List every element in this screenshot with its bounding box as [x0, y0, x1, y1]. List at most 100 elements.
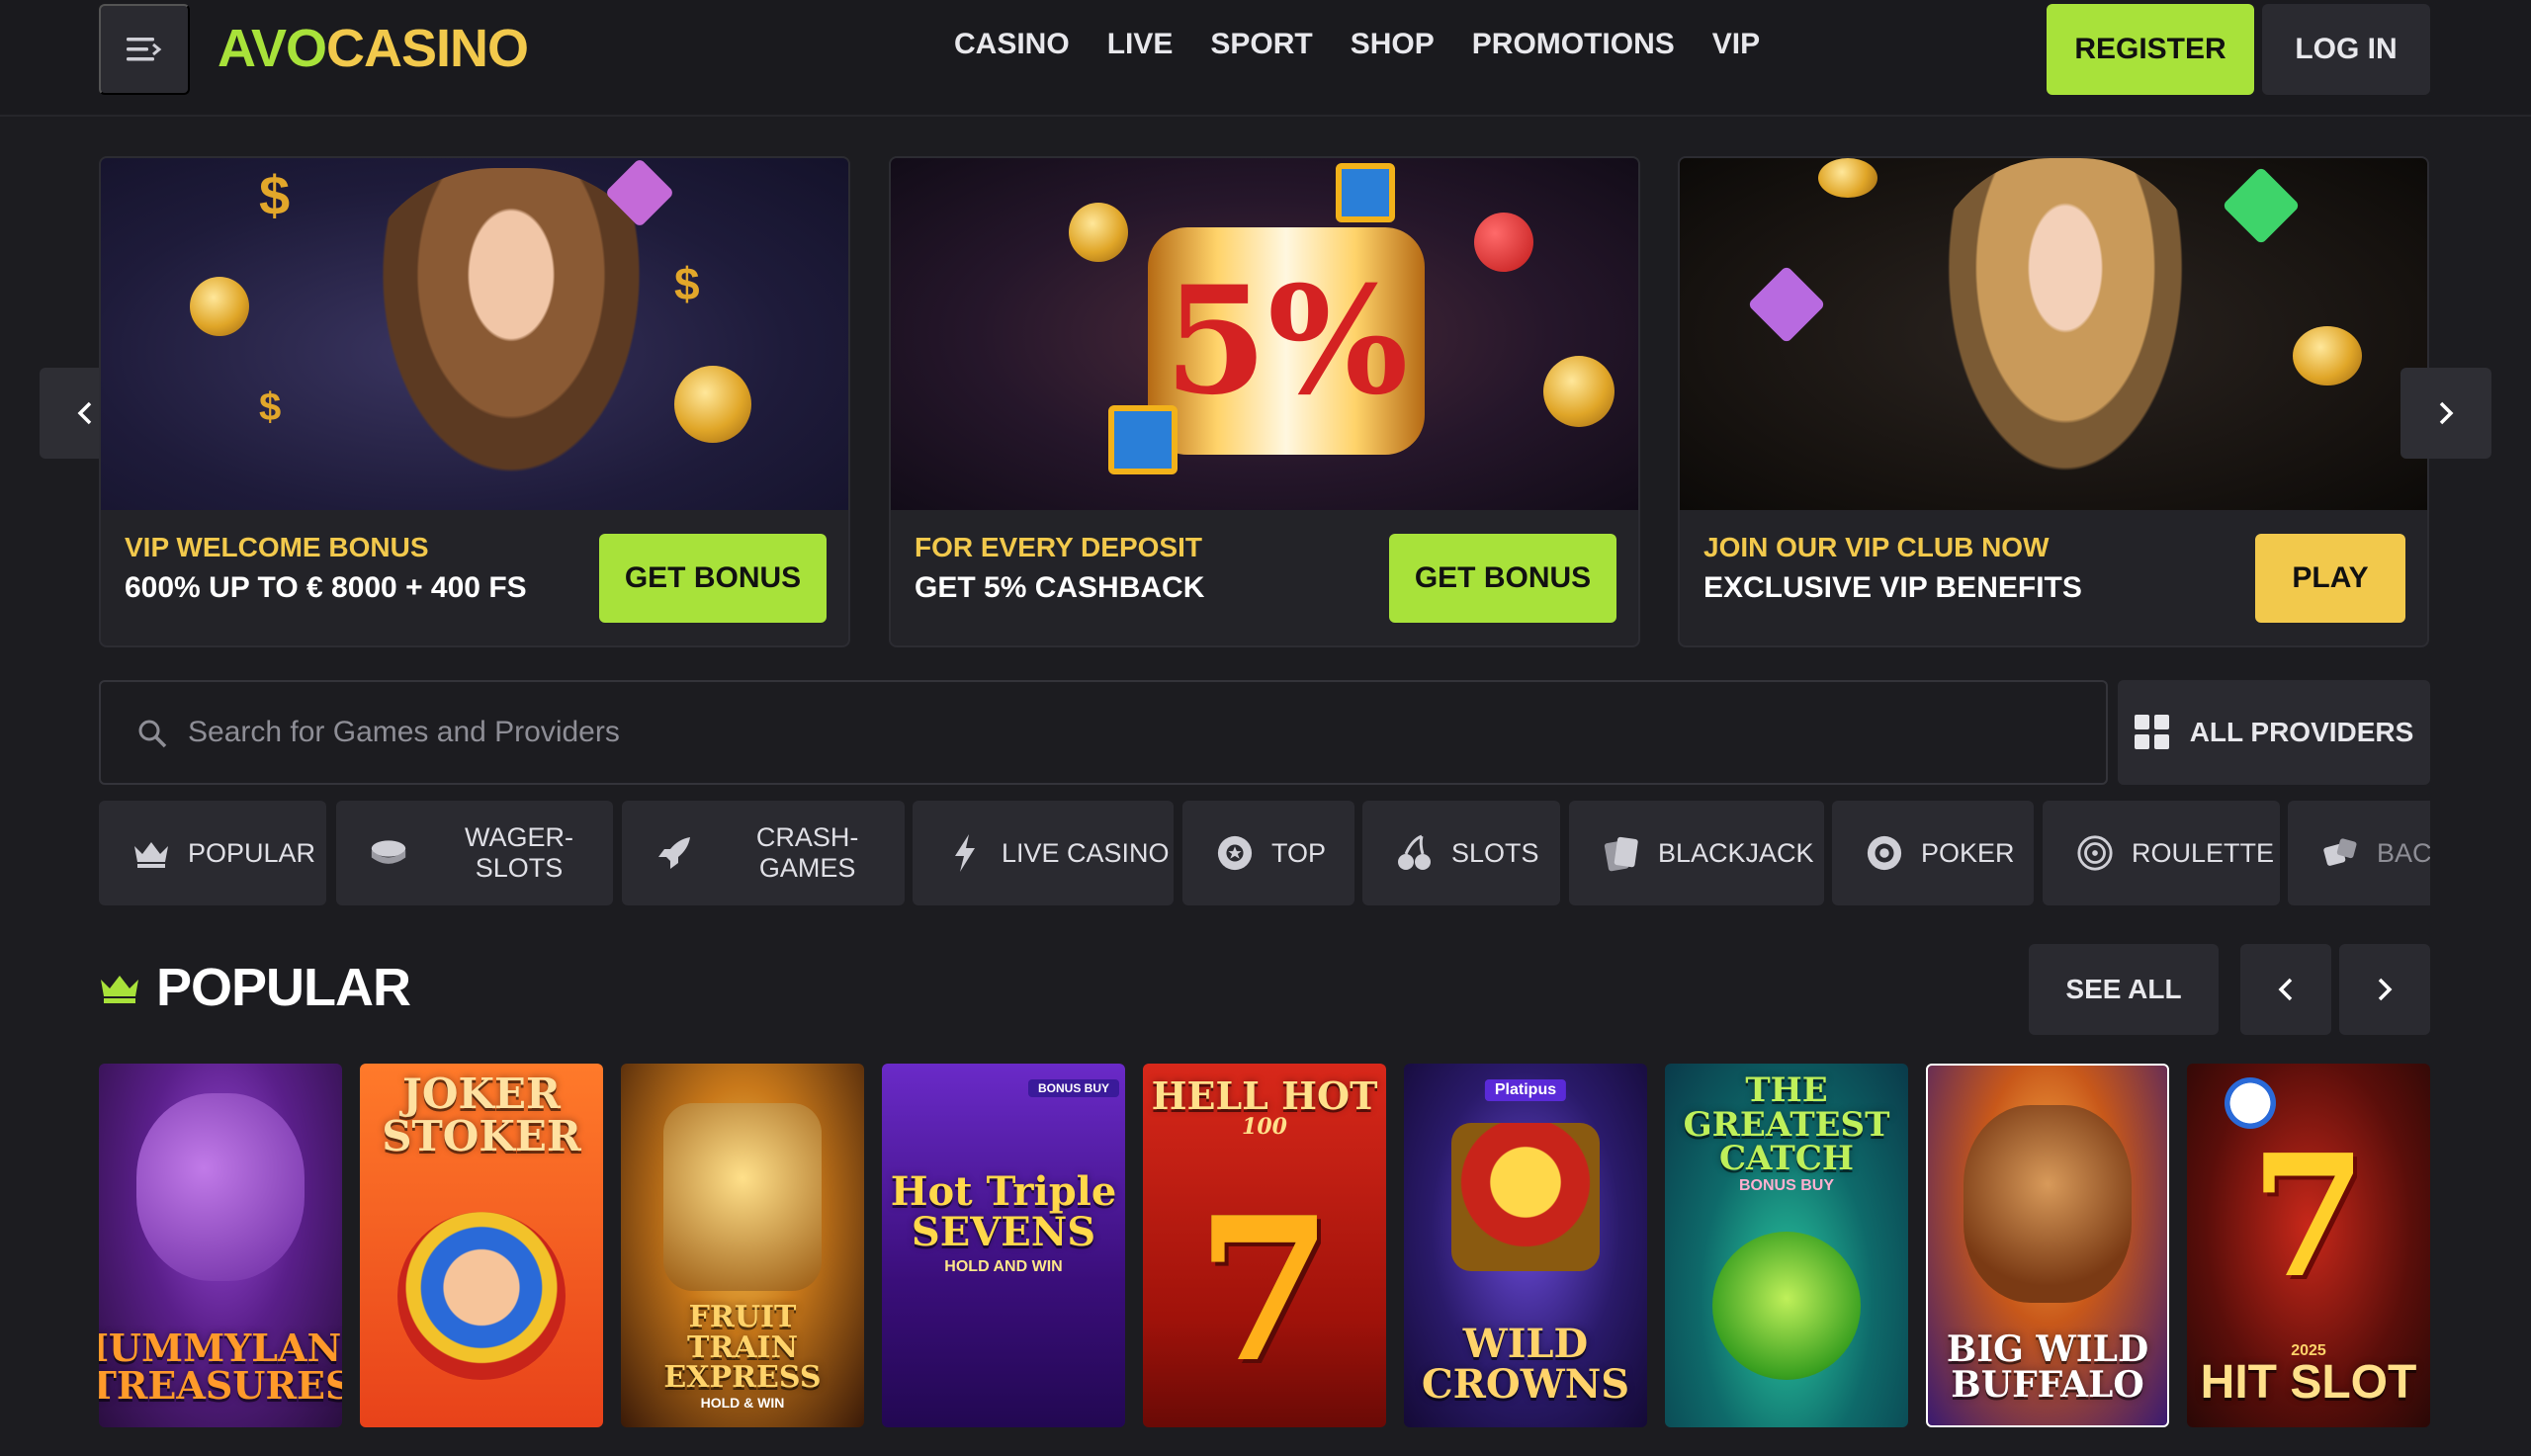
nav-live[interactable]: LIVE — [1107, 28, 1174, 61]
rocket-icon — [655, 834, 692, 872]
tab-label: SLOTS — [1451, 837, 1539, 868]
nav-casino[interactable]: CASINO — [954, 28, 1070, 61]
tab-popular[interactable]: POPULAR — [99, 801, 326, 905]
lightning-icon — [946, 834, 984, 872]
popular-games-row: MUMMYLAND TREASURES JOKER STOKER FRUIT T… — [99, 1064, 2430, 1429]
game-tile[interactable]: MUMMYLAND TREASURES — [99, 1064, 342, 1427]
logo-text-left: AVO — [218, 19, 327, 78]
banner-art-cashback: 5% — [891, 158, 1638, 510]
tab-label: POPULAR — [188, 837, 316, 868]
game-title: THE GREATEST CATCH — [1683, 1071, 1890, 1179]
game-subtitle: HOLD & WIN — [700, 1394, 785, 1411]
game-search-box[interactable] — [99, 680, 2108, 785]
game-tile[interactable]: Platipus WILD CROWNS — [1404, 1064, 1647, 1427]
login-button[interactable]: LOG IN — [2262, 4, 2430, 95]
tab-label: CRASH-GAMES — [755, 822, 859, 883]
game-title: FRUIT TRAIN EXPRESS — [663, 1299, 822, 1396]
crown-icon — [101, 976, 138, 1003]
search-input[interactable] — [188, 682, 2066, 783]
game-badge: BONUS BUY — [1027, 1079, 1119, 1098]
banner-subtitle: GET 5% CASHBACK — [915, 571, 1205, 604]
game-title: BIG WILD BUFFALO — [1946, 1328, 2149, 1407]
tab-roulette[interactable]: ROULETTE — [2043, 801, 2280, 905]
tab-label: POKER — [1921, 837, 2015, 868]
tab-wager-slots[interactable]: WAGER-SLOTS — [336, 801, 613, 905]
chevron-left-icon — [2278, 978, 2293, 1001]
game-tile[interactable]: 7 2025 HIT SLOT — [2187, 1064, 2430, 1427]
get-bonus-button[interactable]: GET BONUS — [1389, 534, 1616, 623]
promo-banner-cashback[interactable]: 5% FOR EVERY DEPOSIT GET 5% CASHBACK GET… — [889, 156, 1640, 647]
promo-banner-welcome[interactable]: $ $ $ VIP WELCOME BONUS 600% UP TO € 800… — [99, 156, 850, 647]
banner-art-welcome: $ $ $ — [101, 158, 848, 510]
tab-label: TOP — [1271, 837, 1327, 868]
chevron-right-icon — [2439, 401, 2454, 425]
tab-live-casino[interactable]: LIVE CASINO — [913, 801, 1174, 905]
nav-shop[interactable]: SHOP — [1351, 28, 1435, 61]
game-tile[interactable]: HELL HOT 100 7 — [1143, 1064, 1386, 1427]
menu-icon — [127, 38, 162, 61]
game-title: HELL HOT — [1151, 1073, 1378, 1118]
game-tile[interactable]: THE GREATEST CATCH BONUS BUY — [1665, 1064, 1908, 1427]
games-next-button[interactable] — [2339, 944, 2430, 1035]
tab-poker[interactable]: POKER — [1832, 801, 2034, 905]
logo[interactable]: AVO CASINO — [218, 14, 529, 83]
game-title: MUMMYLAND TREASURES — [99, 1325, 342, 1409]
menu-toggle-button[interactable] — [99, 4, 190, 95]
game-title: JOKER STOKER — [382, 1070, 581, 1160]
tab-label: BAC — [2377, 837, 2430, 868]
chevron-right-icon — [2378, 978, 2393, 1001]
slot-drum-graphic: 5% — [1148, 227, 1425, 455]
tab-slots[interactable]: SLOTS — [1362, 801, 1560, 905]
popular-section-header: POPULAR — [99, 957, 411, 1018]
tab-crash-games[interactable]: CRASH-GAMES — [622, 801, 905, 905]
get-bonus-button[interactable]: GET BONUS — [599, 534, 827, 623]
nav-sport[interactable]: SPORT — [1210, 28, 1312, 61]
slot-lever-graphic — [1474, 213, 1533, 272]
all-providers-label: ALL PROVIDERS — [2189, 717, 2414, 747]
game-badge: Platipus — [1484, 1079, 1567, 1102]
category-tabs: POPULAR WAGER-SLOTS CRASH-GAMES LIVE CAS… — [99, 801, 2430, 905]
chevron-left-icon — [77, 401, 92, 425]
tab-baccarat[interactable]: BAC — [2288, 801, 2430, 905]
banner-next-button[interactable] — [2400, 368, 2491, 459]
game-tile[interactable]: BIG WILD BUFFALO — [1926, 1064, 2169, 1427]
all-providers-button[interactable]: ALL PROVIDERS — [2118, 680, 2430, 785]
tab-label: BLACKJACK — [1658, 837, 1814, 868]
game-title: Hot Triple SEVENS — [890, 1168, 1117, 1255]
play-button[interactable]: PLAY — [2255, 534, 2405, 623]
game-subtitle: 100 — [1242, 1113, 1287, 1140]
dice-icon — [2321, 834, 2359, 872]
tab-blackjack[interactable]: BLACKJACK — [1569, 801, 1824, 905]
game-subtitle: BONUS BUY — [1738, 1177, 1834, 1195]
see-all-button[interactable]: SEE ALL — [2029, 944, 2219, 1035]
logo-text-right: CASINO — [326, 19, 529, 78]
banner-subtitle: 600% UP TO € 8000 + 400 FS — [125, 571, 527, 604]
game-subtitle: HOLD AND WIN — [944, 1257, 1063, 1275]
section-title: POPULAR — [156, 958, 411, 1017]
game-tile[interactable]: FRUIT TRAIN EXPRESS HOLD & WIN — [621, 1064, 864, 1427]
nav-vip[interactable]: VIP — [1712, 28, 1760, 61]
game-tile[interactable]: JOKER STOKER — [360, 1064, 603, 1427]
games-prev-button[interactable] — [2240, 944, 2331, 1035]
cards-icon — [1603, 834, 1640, 872]
chips-icon — [370, 834, 407, 872]
register-button[interactable]: REGISTER — [2047, 4, 2254, 95]
game-tile[interactable]: BONUS BUY Hot Triple SEVENS HOLD AND WIN — [882, 1064, 1125, 1427]
poker-chip-icon — [1866, 834, 1903, 872]
tab-label: WAGER-SLOTS — [465, 822, 573, 883]
banner-title: FOR EVERY DEPOSIT — [915, 532, 1202, 562]
top-header: AVO CASINO CASINO LIVE SPORT SHOP PROMOT… — [0, 0, 2531, 117]
promo-banner-vip[interactable]: JOIN OUR VIP CLUB NOW EXCLUSIVE VIP BENE… — [1678, 156, 2429, 647]
tab-label: ROULETTE — [2132, 837, 2275, 868]
game-title: WILD CROWNS — [1421, 1321, 1630, 1409]
game-title: HIT SLOT — [2200, 1356, 2417, 1410]
roulette-icon — [2076, 834, 2114, 872]
search-icon — [138, 720, 167, 748]
badge-icon — [1216, 834, 1254, 872]
tab-label: LIVE CASINO — [1002, 837, 1170, 868]
tab-top[interactable]: TOP — [1182, 801, 1354, 905]
main-nav: CASINO LIVE SPORT SHOP PROMOTIONS VIP — [954, 28, 1760, 61]
nav-promotions[interactable]: PROMOTIONS — [1472, 28, 1675, 61]
grid-icon — [2134, 715, 2169, 749]
banner-art-vip — [1680, 158, 2427, 510]
